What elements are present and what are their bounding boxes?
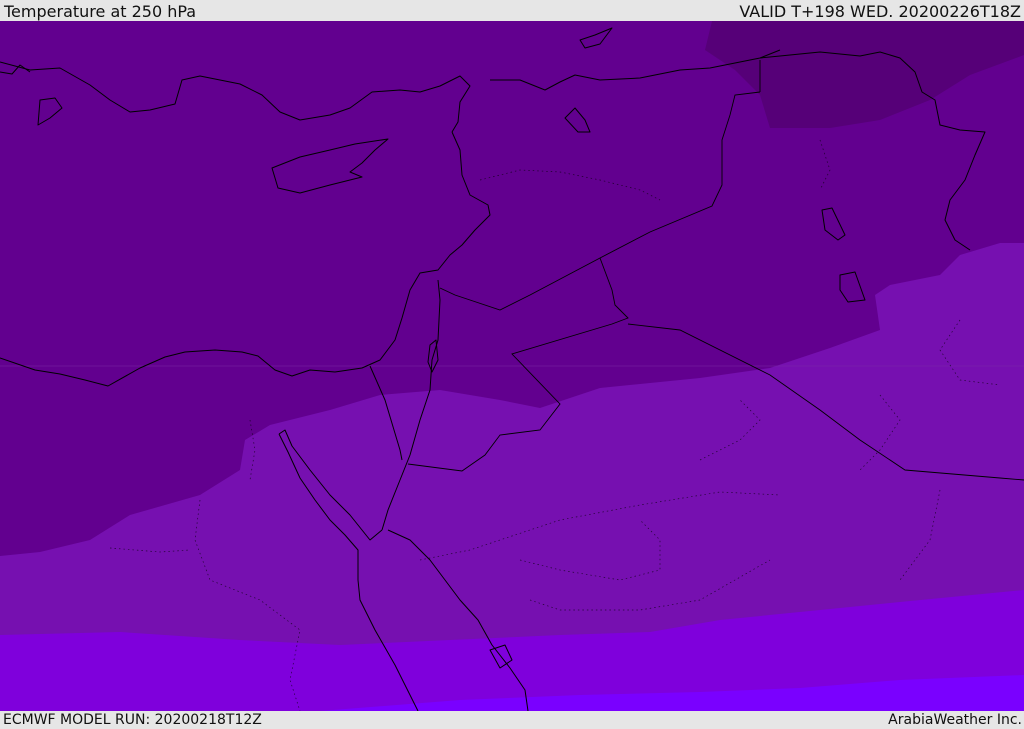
temperature-map[interactable] <box>0 21 1024 711</box>
model-run: ECMWF MODEL RUN: 20200218T12Z <box>3 712 262 728</box>
valid-time: VALID T+198 WED. 20200226T18Z <box>739 2 1021 21</box>
credit-text: ArabiaWeather Inc. <box>888 712 1022 728</box>
footer-bar: ECMWF MODEL RUN: 20200218T12Z ArabiaWeat… <box>0 711 1024 729</box>
map-title: Temperature at 250 hPa <box>4 2 197 21</box>
header-bar: Temperature at 250 hPa VALID T+198 WED. … <box>0 0 1024 21</box>
